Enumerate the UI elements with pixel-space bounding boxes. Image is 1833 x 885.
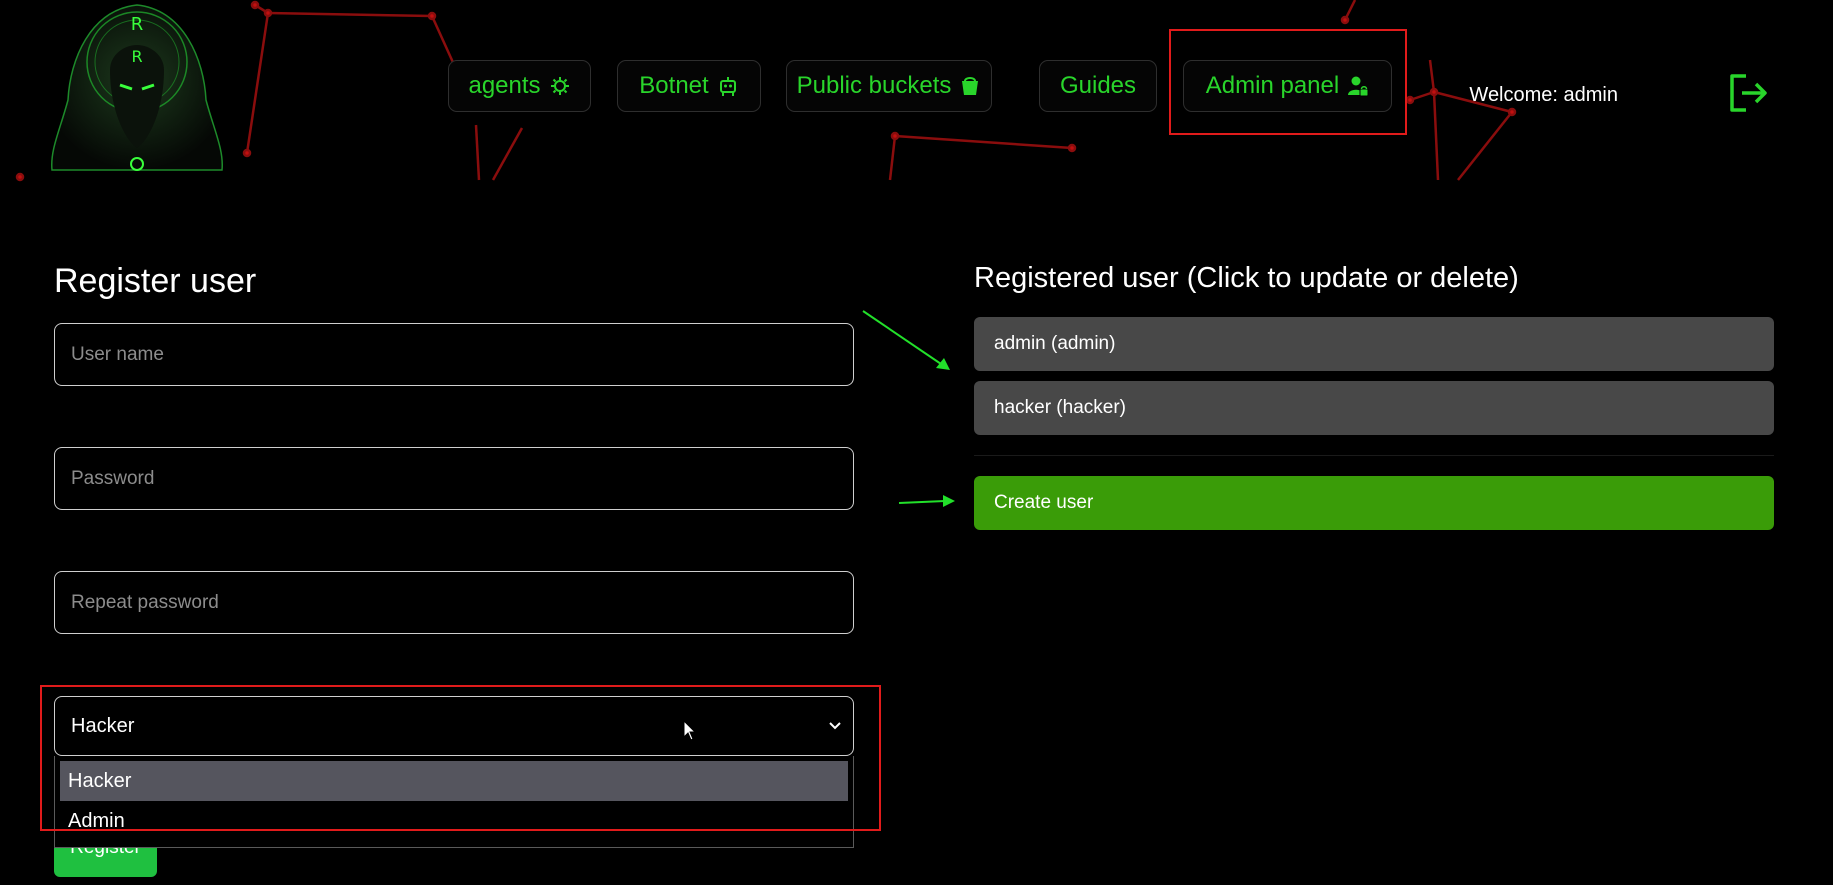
list-divider [974, 455, 1774, 456]
nav-agents-button[interactable]: agents [448, 60, 591, 112]
nav-agents-label: agents [468, 72, 541, 99]
robot-icon [717, 75, 739, 97]
nav-botnet-label: Botnet [639, 72, 709, 99]
nav-guides-label: Guides [1059, 72, 1137, 99]
registered-users-title: Registered user (Click to update or dele… [974, 262, 1519, 294]
register-form-title: Register user [54, 262, 257, 300]
user-row-hacker[interactable]: hacker (hacker) [974, 381, 1774, 435]
admin-panel-page: R R agents Botnet Public buckets Guides … [0, 0, 1833, 885]
create-user-button[interactable]: Create user [974, 476, 1774, 530]
welcome-text: Welcome: admin [1469, 84, 1618, 106]
annotation-arrow-create [898, 495, 955, 507]
nav-public-buckets-label: Public buckets [796, 72, 952, 99]
nav-public-buckets-button[interactable]: Public buckets [786, 60, 992, 112]
gear-icon [549, 75, 571, 97]
username-input[interactable] [54, 323, 854, 386]
mouse-cursor-icon [683, 720, 697, 741]
annotation-arrow-users [862, 310, 950, 370]
header: R R agents Botnet Public buckets Guides … [0, 0, 1833, 185]
user-row-admin[interactable]: admin (admin) [974, 317, 1774, 371]
nav-guides-button[interactable]: Guides [1039, 60, 1157, 112]
nav-botnet-button[interactable]: Botnet [617, 60, 761, 112]
logout-icon[interactable] [1728, 72, 1770, 114]
admin-panel-highlight-box [1169, 29, 1407, 135]
svg-text:R: R [131, 14, 144, 35]
password-input[interactable] [54, 447, 854, 510]
bucket-icon [959, 75, 981, 97]
repeat-password-input[interactable] [54, 571, 854, 634]
role-dropdown-highlight-box [40, 685, 881, 831]
